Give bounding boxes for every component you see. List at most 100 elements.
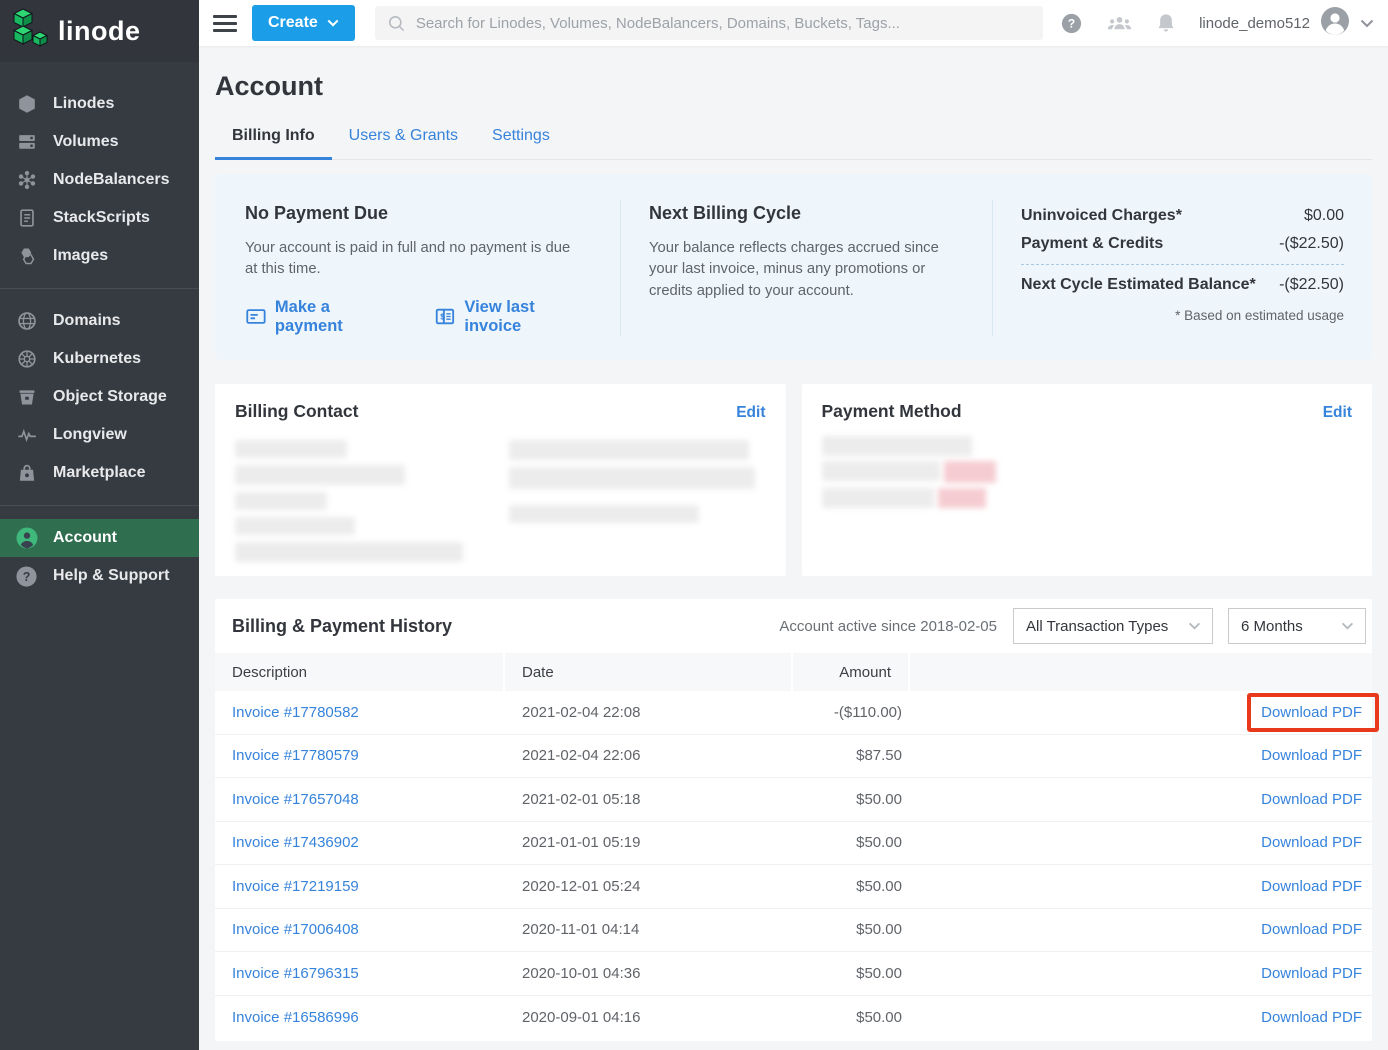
tab-billing-info[interactable]: Billing Info [215, 117, 332, 160]
tab-settings[interactable]: Settings [475, 117, 567, 160]
invoice-link[interactable]: Invoice #17219159 [215, 878, 505, 895]
invoice-amount: $50.00 [793, 965, 910, 982]
invoice-link[interactable]: Invoice #17780582 [215, 704, 505, 721]
sidebar-item-label: Account [53, 529, 117, 547]
sidebar-item-longview[interactable]: Longview [0, 416, 199, 454]
table-row: Invoice #167963152020-10-01 04:36$50.00D… [215, 952, 1372, 996]
sidebar-item-label: Kubernetes [53, 350, 141, 368]
filter-time-range[interactable]: 6 Months [1228, 608, 1366, 644]
invoice-date: 2020-12-01 05:24 [505, 878, 793, 895]
sidebar-item-label: Help & Support [53, 567, 169, 585]
download-cell: Download PDF [910, 834, 1372, 851]
table-row: Invoice #170064082020-11-01 04:14$50.00D… [215, 909, 1372, 953]
global-search[interactable] [375, 6, 1043, 40]
totals-value: $0.00 [1304, 207, 1344, 225]
sidebar-item-label: Longview [53, 426, 127, 444]
billing-contact-edit-button[interactable]: Edit [736, 404, 765, 422]
sidebar-item-kubernetes[interactable]: Kubernetes [0, 340, 199, 378]
invoice-link[interactable]: Invoice #17436902 [215, 834, 505, 851]
menu-toggle-icon[interactable] [213, 15, 237, 32]
redacted-payment-method [822, 436, 1353, 508]
download-pdf-link[interactable]: Download PDF [1261, 791, 1362, 808]
invoice-date: 2021-02-01 05:18 [505, 791, 793, 808]
search-input[interactable] [416, 15, 1031, 32]
download-pdf-link[interactable]: Download PDF [1261, 878, 1362, 895]
table-row: Invoice #174369022021-01-01 05:19$50.00D… [215, 822, 1372, 866]
help-icon[interactable]: ? [1060, 12, 1083, 35]
sidebar-item-label: Volumes [53, 133, 119, 151]
volumes-icon [13, 131, 40, 153]
invoice-amount: $50.00 [793, 878, 910, 895]
chevron-down-icon [1360, 19, 1374, 28]
download-pdf-link[interactable]: Download PDF [1261, 704, 1362, 721]
no-payment-title: No Payment Due [245, 203, 590, 224]
user-menu[interactable]: linode_demo512 [1199, 6, 1374, 41]
sidebar-item-nodebalancers[interactable]: NodeBalancers [0, 161, 199, 199]
download-pdf-link[interactable]: Download PDF [1261, 747, 1362, 764]
download-cell: Download PDF [910, 704, 1372, 721]
sidebar-item-domains[interactable]: Domains [0, 302, 199, 340]
sidebar-item-volumes[interactable]: Volumes [0, 123, 199, 161]
invoice-link[interactable]: Invoice #17657048 [215, 791, 505, 808]
download-cell: Download PDF [910, 965, 1372, 982]
payment-card-icon [245, 305, 267, 328]
object-storage-icon [13, 386, 40, 408]
domains-icon [13, 310, 40, 332]
totals-row: Next Cycle Estimated Balance* -($22.50) [1021, 264, 1344, 299]
redacted-billing-contact [235, 440, 766, 569]
sidebar-item-account[interactable]: Account [0, 519, 199, 557]
tab-users-grants[interactable]: Users & Grants [332, 117, 475, 160]
invoice-link[interactable]: Invoice #17006408 [215, 921, 505, 938]
create-button[interactable]: Create [252, 5, 355, 41]
totals-label: Uninvoiced Charges* [1021, 207, 1182, 225]
payment-method-title: Payment Method [822, 401, 962, 422]
invoice-date: 2020-09-01 04:16 [505, 1009, 793, 1026]
invoice-amount: $87.50 [793, 747, 910, 764]
main-content: Account Billing InfoUsers & GrantsSettin… [199, 46, 1388, 1050]
stackscripts-icon [13, 207, 40, 229]
download-cell: Download PDF [910, 791, 1372, 808]
avatar [1320, 6, 1350, 41]
sidebar-item-linodes[interactable]: Linodes [0, 85, 199, 123]
view-last-invoice-link[interactable]: $ View last invoice [434, 298, 590, 336]
sidebar-item-help-support[interactable]: ? Help & Support [0, 557, 199, 595]
totals-value: -($22.50) [1279, 276, 1344, 294]
invoice-date: 2021-02-04 22:08 [505, 704, 793, 721]
estimate-footnote: * Based on estimated usage [1021, 308, 1344, 323]
table-row: Invoice #165869962020-09-01 04:16$50.00D… [215, 996, 1372, 1040]
logo[interactable]: linode [0, 0, 199, 62]
download-pdf-link[interactable]: Download PDF [1261, 921, 1362, 938]
download-pdf-link[interactable]: Download PDF [1261, 1009, 1362, 1026]
community-icon[interactable] [1106, 12, 1133, 35]
totals-value: -($22.50) [1279, 235, 1344, 253]
table-row: Invoice #177805822021-02-04 22:08-($110.… [215, 691, 1372, 735]
marketplace-icon [13, 462, 40, 484]
invoice-link[interactable]: Invoice #16796315 [215, 965, 505, 982]
totals-row: Uninvoiced Charges* $0.00 [1021, 202, 1344, 230]
make-payment-link[interactable]: Make a payment [245, 298, 396, 336]
notifications-icon[interactable] [1156, 12, 1176, 35]
payment-method-edit-button[interactable]: Edit [1323, 404, 1352, 422]
help-icon: ? [13, 565, 40, 588]
invoice-link[interactable]: Invoice #17780579 [215, 747, 505, 764]
totals-label: Next Cycle Estimated Balance* [1021, 276, 1256, 294]
sidebar-item-images[interactable]: Images [0, 237, 199, 275]
svg-text:?: ? [23, 569, 31, 583]
topbar: Create ? linode_demo512 [199, 0, 1388, 46]
sidebar-item-object-storage[interactable]: Object Storage [0, 378, 199, 416]
download-pdf-link[interactable]: Download PDF [1261, 965, 1362, 982]
download-cell: Download PDF [910, 1009, 1372, 1026]
billing-summary-panel: No Payment Due Your account is paid in f… [215, 174, 1372, 360]
invoice-link[interactable]: Invoice #16586996 [215, 1009, 505, 1026]
sidebar-divider [0, 288, 199, 289]
download-cell: Download PDF [910, 878, 1372, 895]
column-header-date: Date [505, 653, 793, 691]
invoice-date: 2021-02-04 22:06 [505, 747, 793, 764]
no-payment-body: Your account is paid in full and no paym… [245, 238, 577, 281]
sidebar-item-marketplace[interactable]: Marketplace [0, 454, 199, 492]
filter-transaction-types[interactable]: All Transaction Types [1013, 608, 1213, 644]
sidebar-item-stackscripts[interactable]: StackScripts [0, 199, 199, 237]
table-row: Invoice #176570482021-02-01 05:18$50.00D… [215, 778, 1372, 822]
payment-method-card: Payment Method Edit [802, 384, 1373, 576]
download-pdf-link[interactable]: Download PDF [1261, 834, 1362, 851]
